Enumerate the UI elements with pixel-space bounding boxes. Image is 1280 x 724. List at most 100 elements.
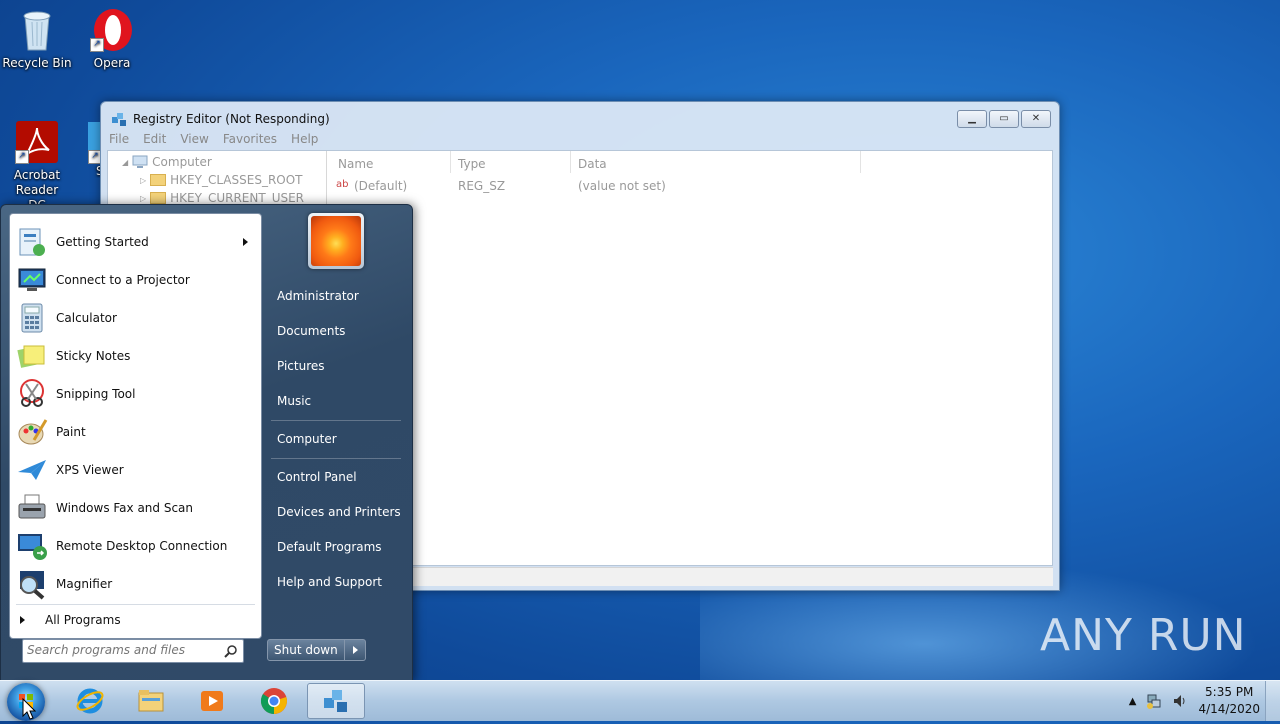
desktop-icon-opera[interactable]: ↗ Opera (76, 8, 148, 70)
minimize-button[interactable]: ▁ (957, 110, 987, 128)
desktop-icon-partial[interactable]: ↗ S (76, 120, 100, 178)
folder-icon (150, 174, 167, 186)
link-control-panel[interactable]: Control Panel (277, 467, 357, 487)
column-separator (860, 151, 861, 173)
chrome-icon (260, 688, 287, 715)
regedit-icon (112, 113, 126, 126)
program-fax-scan[interactable]: Windows Fax and Scan (12, 490, 258, 526)
close-button[interactable]: ✕ (1021, 110, 1051, 128)
show-desktop-button[interactable] (1265, 681, 1280, 721)
taskbar-windows-explorer[interactable] (122, 683, 180, 719)
collapse-arrow-icon[interactable]: ◢ (122, 158, 128, 167)
column-header-type[interactable]: Type (458, 157, 486, 171)
menu-file[interactable]: File (109, 132, 129, 146)
flower-picture (311, 216, 361, 266)
value-type: REG_SZ (458, 179, 506, 193)
user-avatar[interactable] (308, 213, 364, 269)
taskbar: ▲ 5:35 PM 4/14/2020 (0, 680, 1280, 721)
magnifier-icon (20, 571, 45, 600)
title-bar[interactable]: Registry Editor (Not Responding) (111, 110, 330, 128)
link-computer[interactable]: Computer (277, 429, 337, 449)
taskbar-media-player[interactable] (183, 683, 241, 719)
expand-arrow-icon[interactable]: ▷ (140, 194, 146, 203)
windows-explorer-icon (138, 690, 164, 712)
shutdown-button[interactable]: Shut down (267, 639, 345, 661)
values-list: Name Type Data ab (Default) REG_SZ (valu… (330, 151, 1052, 565)
program-sticky-notes[interactable]: Sticky Notes (12, 338, 258, 374)
search-input[interactable] (23, 640, 221, 660)
start-menu: Getting Started Connect to a Projector C… (0, 204, 413, 682)
desktop-icon-label: Opera (93, 56, 131, 70)
menu-help[interactable]: Help (291, 132, 318, 146)
window-title: Registry Editor (Not Responding) (133, 112, 330, 126)
program-xps-viewer[interactable]: XPS Viewer (12, 452, 258, 488)
shortcut-arrow-icon: ↗ (15, 150, 29, 164)
link-music[interactable]: Music (277, 391, 311, 411)
menu-view[interactable]: View (180, 132, 208, 146)
paint-icon (18, 419, 48, 445)
mouse-cursor-icon (22, 698, 36, 720)
link-pictures[interactable]: Pictures (277, 356, 325, 376)
tree-label: HKEY_CLASSES_ROOT (170, 173, 303, 187)
submenu-arrow-icon[interactable] (243, 238, 248, 246)
program-connect-projector[interactable]: Connect to a Projector (12, 262, 258, 298)
tree-item-computer[interactable]: ◢ Computer (122, 153, 212, 171)
program-remote-desktop[interactable]: Remote Desktop Connection (12, 528, 258, 564)
program-label: Calculator (56, 311, 117, 325)
internet-explorer-icon (76, 688, 104, 714)
volume-icon[interactable] (1172, 693, 1188, 709)
program-label: Snipping Tool (56, 387, 136, 401)
maximize-button[interactable]: ▭ (989, 110, 1019, 128)
value-name: (Default) (354, 179, 408, 193)
sticky-notes-icon (17, 345, 45, 368)
calculator-icon (21, 303, 43, 333)
xps-viewer-icon (18, 460, 46, 480)
menu-bar: File Edit View Favorites Help (109, 132, 318, 146)
taskbar-regedit[interactable] (307, 683, 365, 719)
show-hidden-icons-icon[interactable]: ▲ (1129, 696, 1137, 707)
program-label: Magnifier (56, 577, 113, 591)
desktop-icon-label: Recycle Bin (2, 56, 72, 70)
column-header-name[interactable]: Name (338, 157, 373, 171)
menu-edit[interactable]: Edit (143, 132, 166, 146)
shortcut-arrow-icon: ↗ (88, 150, 100, 164)
link-devices-printers[interactable]: Devices and Printers (277, 502, 401, 522)
program-magnifier[interactable]: Magnifier (12, 566, 258, 602)
program-label: Paint (56, 425, 86, 439)
program-paint[interactable]: Paint (12, 414, 258, 450)
program-snipping-tool[interactable]: Snipping Tool (12, 376, 258, 412)
search-programs-field[interactable] (22, 639, 244, 663)
clock-date: 4/14/2020 (1198, 702, 1260, 716)
link-administrator[interactable]: Administrator (277, 286, 359, 306)
anyrun-watermark: ANY RUN (1040, 610, 1247, 661)
search-icon[interactable] (224, 644, 238, 658)
media-player-icon (201, 691, 223, 711)
remote-desktop-icon (18, 534, 47, 560)
program-getting-started[interactable]: Getting Started (12, 224, 258, 260)
taskbar-internet-explorer[interactable] (61, 683, 119, 719)
link-help-support[interactable]: Help and Support (277, 572, 382, 592)
expand-arrow-icon[interactable]: ▷ (140, 176, 146, 185)
getting-started-icon (19, 228, 45, 256)
shutdown-options-button[interactable] (344, 639, 366, 661)
program-label: Sticky Notes (56, 349, 131, 363)
program-calculator[interactable]: Calculator (12, 300, 258, 336)
shortcut-icon: ↗ (76, 120, 100, 164)
divider (271, 458, 401, 459)
value-data: (value not set) (578, 179, 666, 193)
all-programs-button[interactable]: All Programs (20, 610, 121, 630)
column-header-data[interactable]: Data (578, 157, 607, 171)
menu-favorites[interactable]: Favorites (223, 132, 277, 146)
taskbar-chrome[interactable] (245, 683, 303, 719)
column-separator (570, 151, 571, 173)
projector-icon (18, 268, 46, 291)
desktop-icon-acrobat[interactable]: ↗ Acrobat Reader DC (1, 120, 73, 213)
network-icon[interactable] (1146, 693, 1162, 709)
recycle-bin-icon (15, 8, 59, 52)
system-tray: ▲ 5:35 PM 4/14/2020 (1129, 681, 1260, 721)
link-documents[interactable]: Documents (277, 321, 345, 341)
link-default-programs[interactable]: Default Programs (277, 537, 382, 557)
tree-item-hkcr[interactable]: ▷ HKEY_CLASSES_ROOT (140, 171, 303, 189)
clock[interactable]: 5:35 PM 4/14/2020 (1198, 684, 1260, 718)
desktop-icon-recycle-bin[interactable]: Recycle Bin (1, 8, 73, 70)
